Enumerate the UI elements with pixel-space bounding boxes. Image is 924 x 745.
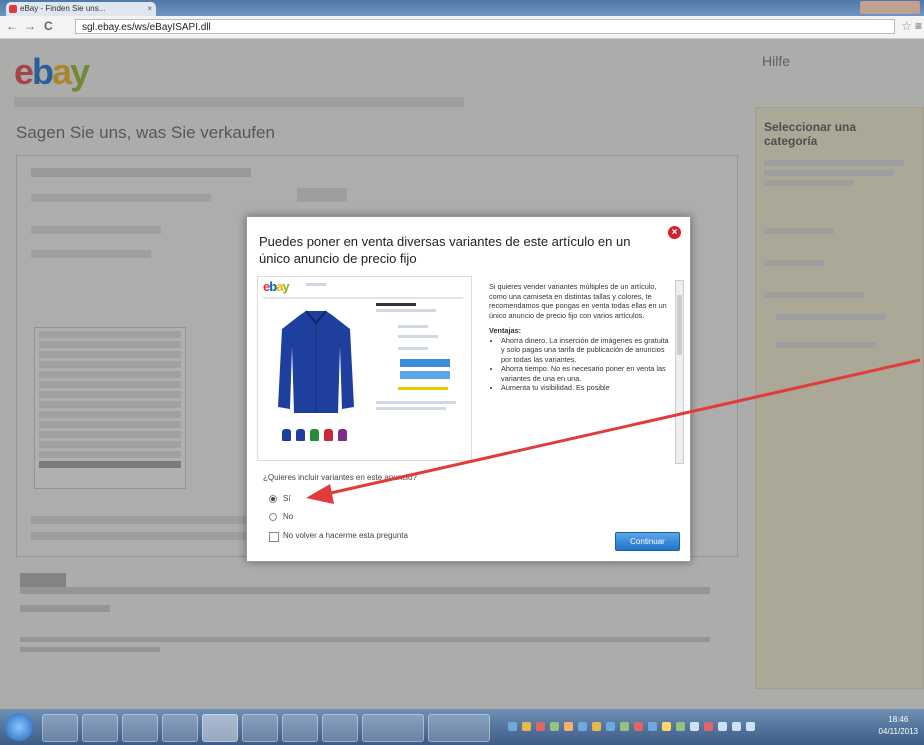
swatch xyxy=(296,429,305,441)
radio-no-label[interactable]: No xyxy=(283,512,293,521)
swatch xyxy=(310,429,319,441)
back-icon[interactable]: ← xyxy=(6,19,18,33)
browser-menu-icon[interactable]: ≡ xyxy=(915,19,922,33)
dont-ask-label[interactable]: No volver a hacerme esta pregunta xyxy=(283,531,408,540)
advantage-item: Aumenta tu visibilidad. Es posible xyxy=(501,383,674,393)
chrome-icon[interactable] xyxy=(202,714,238,742)
window-button[interactable] xyxy=(362,714,424,742)
dont-ask-checkbox[interactable] xyxy=(269,532,279,542)
ebay-mini-logo: ebay xyxy=(263,279,290,294)
swatch xyxy=(324,429,333,441)
browser-tab-bar: eBay - Finden Sie uns... × xyxy=(0,0,924,16)
variants-description: Si quieres vender variantes múltiples de… xyxy=(489,282,674,458)
system-tray[interactable] xyxy=(500,717,860,737)
app-icon[interactable] xyxy=(242,714,278,742)
reload-icon[interactable]: C xyxy=(44,19,53,33)
swatch xyxy=(282,429,291,441)
address-bar[interactable]: sgl.ebay.es/ws/eBayISAPI.dll xyxy=(75,19,895,34)
browser-tab[interactable]: eBay - Finden Sie uns... × xyxy=(6,2,156,16)
start-button[interactable] xyxy=(5,713,33,741)
browser-toolbar: ← → C sgl.ebay.es/ws/eBayISAPI.dll ☆ ≡ xyxy=(0,16,924,39)
listing-preview-image: ebay xyxy=(257,276,472,461)
intro-text: Si quieres vender variantes múltiples de… xyxy=(489,282,667,320)
bookmark-star-icon[interactable]: ☆ xyxy=(901,19,912,33)
tab-close-icon[interactable]: × xyxy=(147,2,152,16)
dialog-title: Puedes poner en venta diversas variantes… xyxy=(259,234,631,266)
variants-question: ¿Quieres incluir variantes en este anunc… xyxy=(263,473,417,482)
advantages-title: Ventajas: xyxy=(489,326,522,335)
blue-shirt-image xyxy=(278,310,354,413)
tool-icon[interactable] xyxy=(322,714,358,742)
folder-icon[interactable] xyxy=(122,714,158,742)
mini-offer-button xyxy=(400,371,450,379)
description-scrollbar[interactable] xyxy=(675,280,684,464)
close-icon[interactable]: × xyxy=(668,226,681,239)
radio-yes-label[interactable]: Sí xyxy=(283,494,291,503)
mini-buy-button xyxy=(400,359,450,367)
radio-yes[interactable] xyxy=(269,495,277,503)
tab-title: eBay - Finden Sie uns... xyxy=(20,4,106,13)
radio-no[interactable] xyxy=(269,513,277,521)
window-controls[interactable] xyxy=(860,1,920,14)
ebay-favicon-icon xyxy=(9,5,17,13)
mail-icon[interactable] xyxy=(162,714,198,742)
powerpoint-icon[interactable] xyxy=(282,714,318,742)
swatch xyxy=(338,429,347,441)
continue-button[interactable]: Continuar xyxy=(615,532,680,551)
advantage-item: Ahorra tiempo. No es necesario poner en … xyxy=(501,364,674,383)
forward-icon[interactable]: → xyxy=(24,19,36,33)
scroll-thumb[interactable] xyxy=(677,295,682,355)
windows-taskbar: 18:46 04/11/2013 xyxy=(0,709,924,745)
window-button[interactable] xyxy=(428,714,490,742)
advantage-item: Ahorra dinero. La inserción de imágenes … xyxy=(501,336,674,365)
ie-icon[interactable] xyxy=(42,714,78,742)
advantages-list: Ahorra dinero. La inserción de imágenes … xyxy=(489,336,674,393)
variants-dialog: Puedes poner en venta diversas variantes… xyxy=(246,216,691,562)
taskbar-clock[interactable]: 18:46 04/11/2013 xyxy=(879,714,918,738)
office-icon[interactable] xyxy=(82,714,118,742)
